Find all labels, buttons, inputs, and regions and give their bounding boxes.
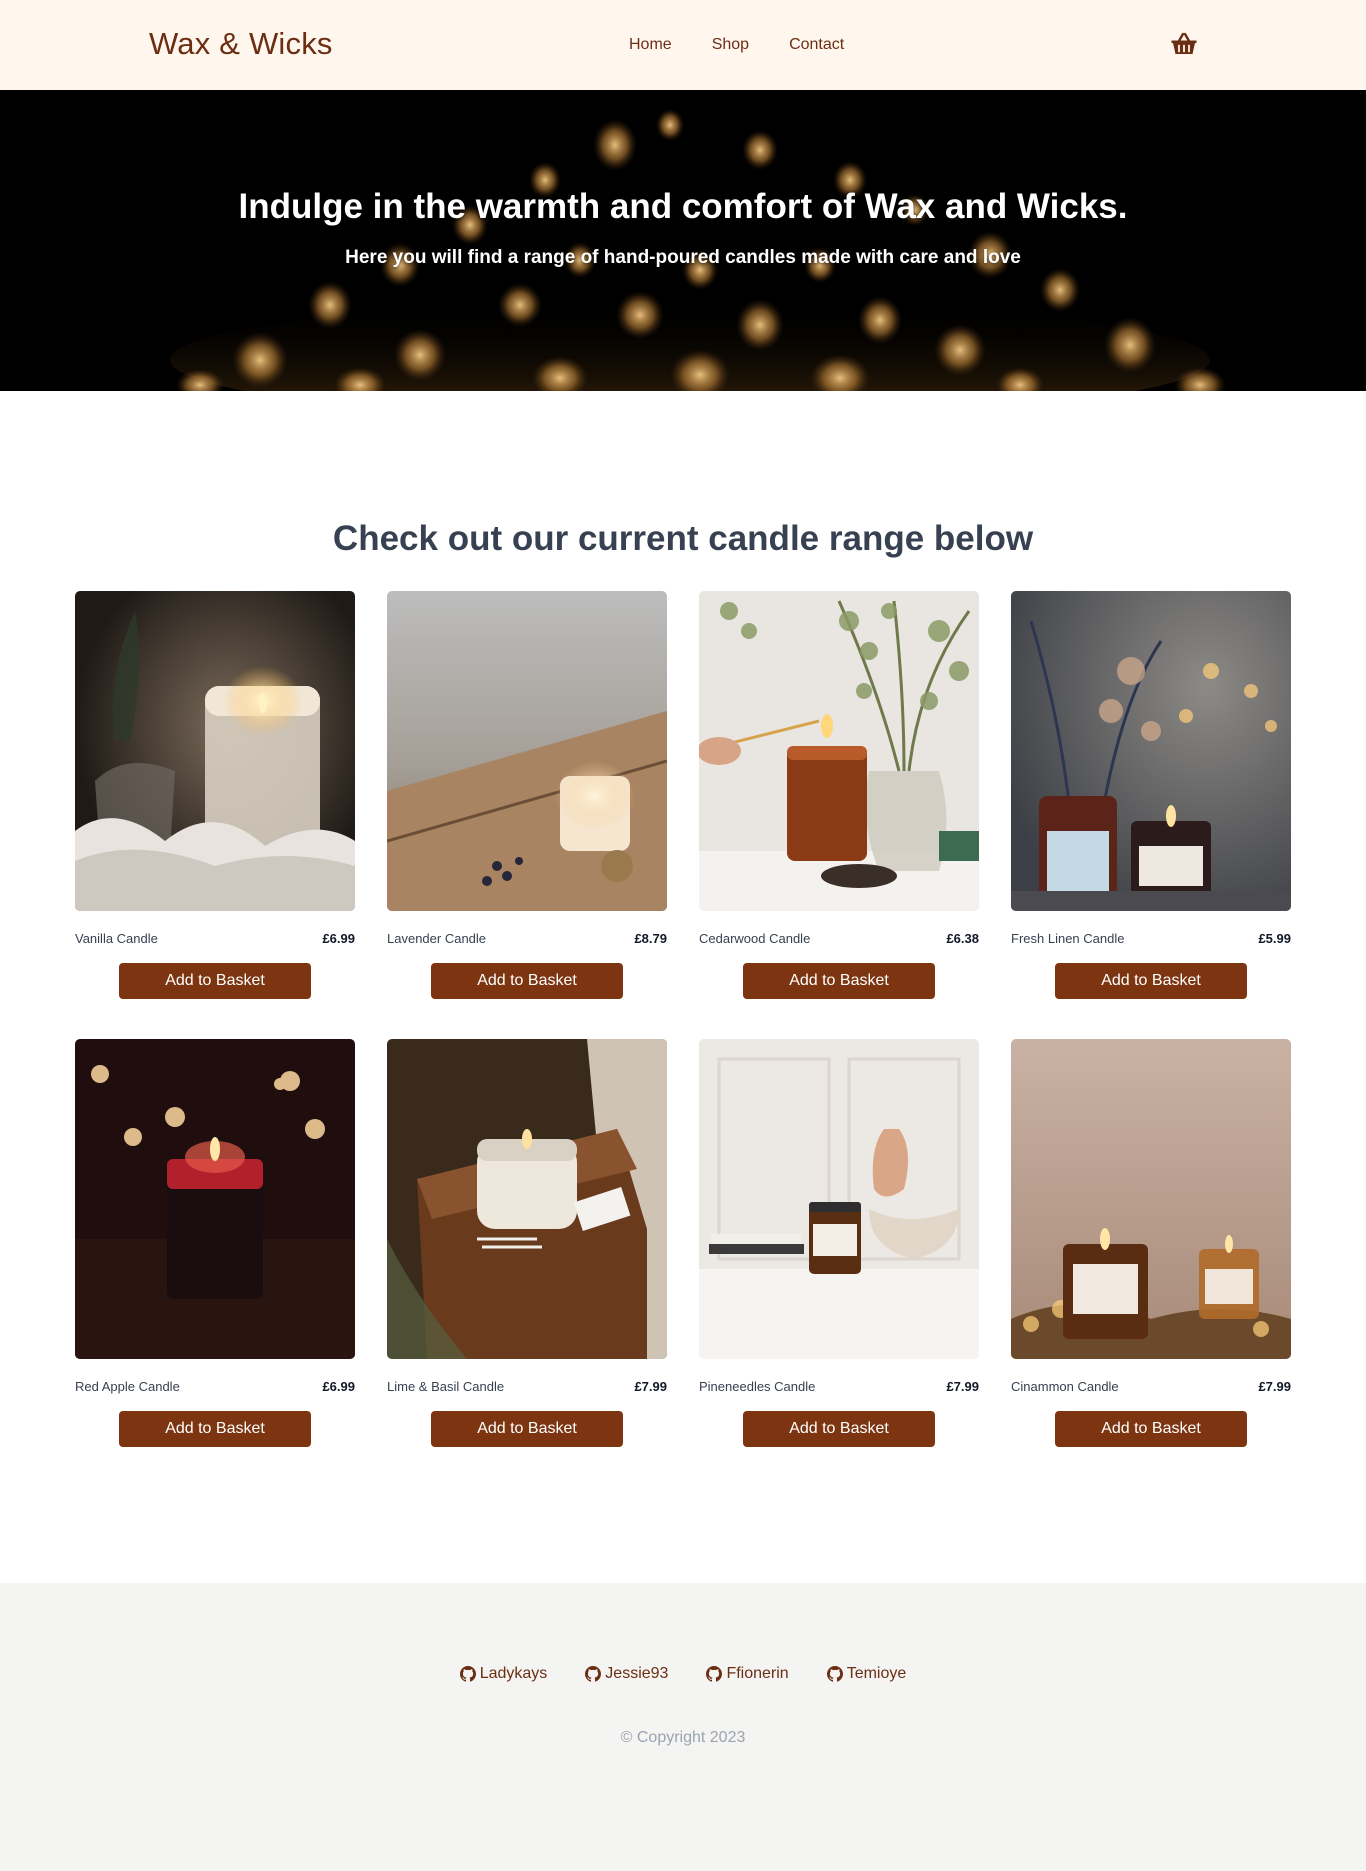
github-link-label: Ffionerin: [726, 1665, 789, 1682]
nav-contact-link[interactable]: Contact: [789, 36, 844, 54]
product-card: Vanilla Candle £6.99 Add to Basket: [75, 591, 355, 999]
nav-home-link[interactable]: Home: [629, 36, 672, 54]
cinammon-candle-photo: [1011, 1039, 1291, 1359]
product-card: Lime & Basil Candle £7.99 Add to Basket: [387, 1039, 667, 1447]
product-card: Lavender Candle £8.79 Add to Basket: [387, 591, 667, 999]
hero-banner: Indulge in the warmth and comfort of Wax…: [0, 90, 1366, 391]
github-icon: [459, 1666, 476, 1682]
main-nav: Home Shop Contact: [629, 36, 884, 54]
product-meta: Pineneedles Candle £7.99: [699, 1377, 979, 1395]
product-meta: Cedarwood Candle £6.38: [699, 929, 979, 947]
github-link-label: Jessie93: [605, 1665, 669, 1682]
basket-button[interactable]: [1168, 28, 1200, 60]
cedarwood-candle-photo: [699, 591, 979, 911]
product-meta: Cinammon Candle £7.99: [1011, 1377, 1291, 1395]
product-name: Lime & Basil Candle: [387, 1378, 505, 1394]
add-to-basket-button[interactable]: Add to Basket: [743, 1411, 935, 1447]
add-to-basket-button[interactable]: Add to Basket: [119, 1411, 311, 1447]
nav-shop-link[interactable]: Shop: [712, 36, 749, 54]
product-price: £5.99: [1258, 930, 1291, 946]
product-card: Pineneedles Candle £7.99 Add to Basket: [699, 1039, 979, 1447]
brand-logo[interactable]: Wax & Wicks: [149, 26, 333, 62]
product-price: £6.99: [322, 1378, 355, 1394]
add-to-basket-button[interactable]: Add to Basket: [119, 963, 311, 999]
product-card: Red Apple Candle £6.99 Add to Basket: [75, 1039, 355, 1447]
add-to-basket-button[interactable]: Add to Basket: [743, 963, 935, 999]
product-price: £6.99: [322, 930, 355, 946]
candle-bokeh-image: [0, 90, 1366, 391]
product-price: £7.99: [946, 1378, 979, 1394]
product-price: £8.79: [634, 930, 667, 946]
github-link-temioye[interactable]: Temioye: [826, 1665, 907, 1683]
basket-icon: [1171, 32, 1197, 54]
product-meta: Vanilla Candle £6.99: [75, 929, 355, 947]
add-to-basket-button[interactable]: Add to Basket: [431, 1411, 623, 1447]
github-icon: [826, 1666, 843, 1682]
vanilla-candle-photo: [75, 591, 355, 911]
product-meta: Fresh Linen Candle £5.99: [1011, 929, 1291, 947]
product-name: Cedarwood Candle: [699, 930, 811, 946]
hero-title: Indulge in the warmth and comfort of Wax…: [238, 187, 1128, 226]
product-price: £6.38: [946, 930, 979, 946]
site-header: Wax & Wicks Home Shop Contact: [0, 0, 1366, 90]
copyright-text: © Copyright 2023: [620, 1729, 746, 1746]
product-name: Pineneedles Candle: [699, 1378, 816, 1394]
product-meta: Red Apple Candle £6.99: [75, 1377, 355, 1395]
fresh-linen-candle-photo: [1011, 591, 1291, 911]
site-footer: Ladykays Jessie93 Ffionerin Temioye © Co…: [0, 1583, 1366, 1871]
products-heading: Check out our current candle range below: [332, 519, 1034, 558]
product-name: Lavender Candle: [387, 930, 487, 946]
red-apple-candle-photo: [75, 1039, 355, 1359]
add-to-basket-button[interactable]: Add to Basket: [431, 963, 623, 999]
hero-subtitle: Here you will find a range of hand-poure…: [345, 247, 1021, 268]
product-name: Vanilla Candle: [75, 930, 158, 946]
add-to-basket-button[interactable]: Add to Basket: [1055, 963, 1247, 999]
product-name: Cinammon Candle: [1011, 1378, 1119, 1394]
product-card: Cedarwood Candle £6.38 Add to Basket: [699, 591, 979, 999]
github-link-ffionerin[interactable]: Ffionerin: [706, 1665, 789, 1683]
pineneedles-candle-photo: [699, 1039, 979, 1359]
product-price: £7.99: [634, 1378, 667, 1394]
product-price: £7.99: [1258, 1378, 1291, 1394]
product-meta: Lavender Candle £8.79: [387, 929, 667, 947]
github-link-label: Temioye: [846, 1665, 907, 1682]
add-to-basket-button[interactable]: Add to Basket: [1055, 1411, 1247, 1447]
product-card: Fresh Linen Candle £5.99 Add to Basket: [1011, 591, 1291, 999]
lavender-candle-photo: [387, 591, 667, 911]
product-card: Cinammon Candle £7.99 Add to Basket: [1011, 1039, 1291, 1447]
social-links: Ladykays Jessie93 Ffionerin Temioye: [0, 1665, 1366, 1683]
product-meta: Lime & Basil Candle £7.99: [387, 1377, 667, 1395]
github-link-label: Ladykays: [479, 1665, 548, 1682]
product-name: Red Apple Candle: [75, 1378, 180, 1394]
product-name: Fresh Linen Candle: [1011, 930, 1125, 946]
github-icon: [585, 1666, 602, 1682]
github-link-jessie93[interactable]: Jessie93: [585, 1665, 668, 1683]
lime-basil-candle-photo: [387, 1039, 667, 1359]
github-link-ladykays[interactable]: Ladykays: [459, 1665, 548, 1683]
github-icon: [706, 1666, 723, 1682]
